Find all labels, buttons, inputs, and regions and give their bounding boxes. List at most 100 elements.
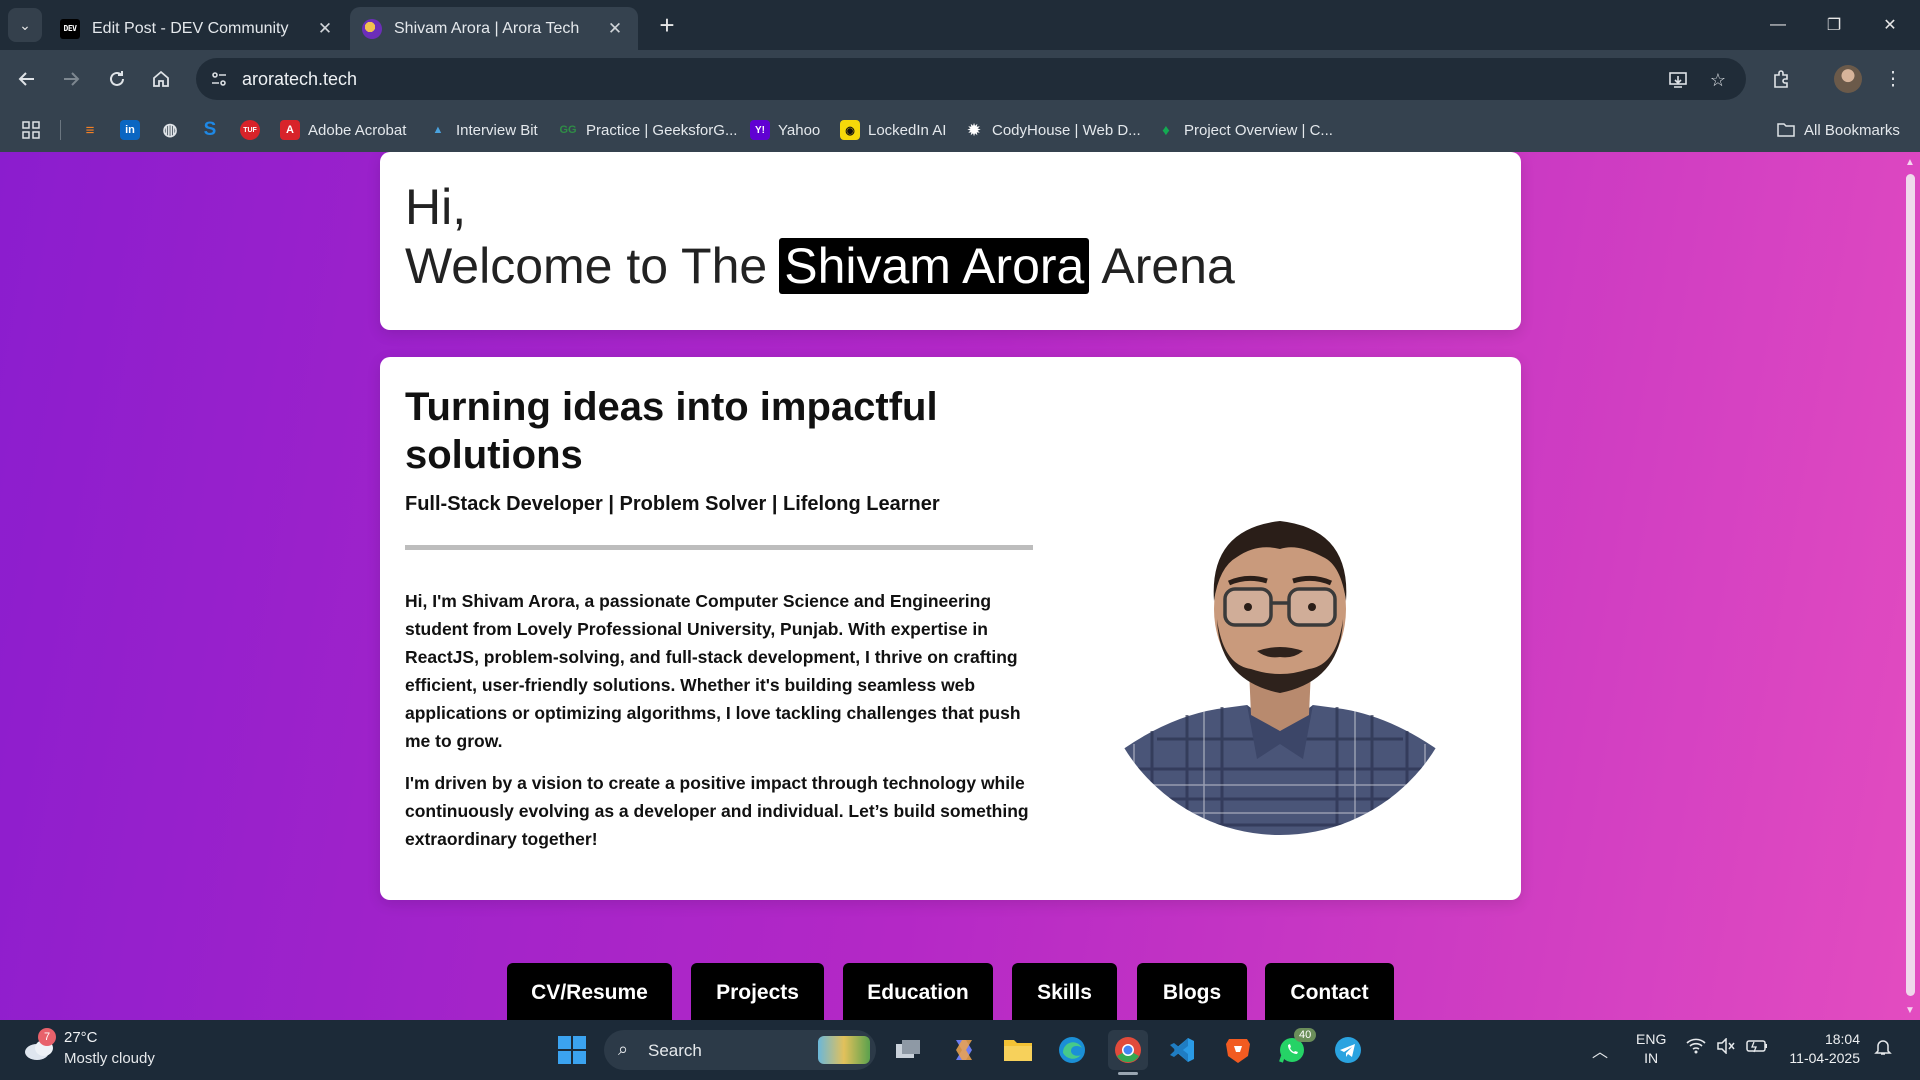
bookmark-globe[interactable]: ◍ [160, 116, 180, 144]
search-icon: ⌕ [618, 1039, 629, 1059]
bookmark-label: Yahoo [778, 121, 821, 139]
nav-skills-button[interactable]: Skills [1012, 963, 1117, 1020]
bookmark-skype[interactable]: S [200, 116, 220, 144]
bookmarks-divider [60, 120, 61, 140]
linkedin-icon: in [120, 120, 140, 140]
hero-welcome-prefix: Welcome to The [405, 238, 768, 294]
bookmark-label: All Bookmarks [1804, 121, 1900, 139]
vscode-icon [1170, 1038, 1194, 1062]
tab-strip: ⌄ DEV Edit Post - DEV Community ✕ Shivam… [0, 0, 1920, 50]
install-app-icon[interactable] [1664, 66, 1692, 94]
skype-icon: S [203, 119, 217, 140]
bookmark-star-icon[interactable]: ☆ [1704, 66, 1732, 94]
nav-blogs-button[interactable]: Blogs [1137, 963, 1247, 1020]
profile-avatar[interactable] [1834, 65, 1862, 93]
whatsapp-unread-badge: 40 [1294, 1028, 1317, 1042]
windows-logo-icon [558, 1036, 586, 1064]
bookmark-codyhouse[interactable]: ✹ CodyHouse | Web D... [964, 116, 1141, 144]
tab-dev-community[interactable]: DEV Edit Post - DEV Community ✕ [48, 7, 348, 50]
clock-time: 18:04 [1824, 1031, 1860, 1047]
nav-contact-button[interactable]: Contact [1265, 963, 1394, 1020]
scroll-up-arrow-icon[interactable]: ▲ [1904, 156, 1916, 168]
profile-photo [1097, 469, 1463, 835]
nav-cv-resume-button[interactable]: CV/Resume [507, 963, 672, 1020]
about-title: Turning ideas into impactful solutions [405, 385, 938, 477]
bookmark-geeksforgeeks[interactable]: GG Practice | GeeksforG... [558, 116, 737, 144]
bookmark-label: Interview Bit [456, 121, 538, 139]
volume-muted-icon[interactable] [1716, 1037, 1736, 1059]
file-explorer-button[interactable] [998, 1030, 1038, 1070]
lockedin-icon: ◉ [840, 120, 860, 140]
home-button[interactable] [144, 62, 178, 96]
taskbar-search[interactable]: ⌕ Search [604, 1030, 876, 1070]
bookmark-lockedin-ai[interactable]: ◉ LockedIn AI [840, 116, 946, 144]
close-window-button[interactable]: ✕ [1862, 0, 1918, 50]
interviewbit-icon: ▲ [432, 124, 444, 136]
browser-toolbar: aroratech.tech ☆ ⋮ [0, 50, 1920, 108]
language-indicator[interactable]: ENG IN [1636, 1030, 1666, 1068]
chrome-button[interactable] [1108, 1030, 1148, 1070]
chrome-icon [1115, 1037, 1141, 1063]
clock-date: 11-04-2025 [1789, 1050, 1860, 1066]
bookmark-label: CodyHouse | Web D... [992, 121, 1141, 139]
vscode-button[interactable] [1162, 1030, 1202, 1070]
telegram-button[interactable] [1328, 1030, 1368, 1070]
about-paragraph-1: Hi, I'm Shivam Arora, a passionate Compu… [405, 591, 1021, 751]
tab-title: Shivam Arora | Arora Tech [394, 19, 580, 37]
chrome-active-indicator [1118, 1072, 1138, 1075]
edge-button[interactable] [1052, 1030, 1092, 1070]
bookmark-adobe-acrobat[interactable]: A Adobe Acrobat [280, 116, 406, 144]
minimize-button[interactable]: — [1750, 0, 1806, 50]
tab-arora-tech[interactable]: Shivam Arora | Arora Tech ✕ [350, 7, 638, 50]
arora-tech-icon [362, 18, 382, 39]
language-code: ENG [1636, 1031, 1667, 1047]
all-bookmarks-button[interactable]: All Bookmarks [1776, 116, 1900, 144]
brave-button[interactable] [1218, 1030, 1258, 1070]
page-scrollbar[interactable]: ▲ ▼ [1900, 152, 1920, 1020]
folder-icon [1776, 120, 1796, 140]
scroll-thumb[interactable] [1906, 174, 1915, 996]
bookmark-linkedin[interactable]: in [120, 116, 140, 144]
restore-button[interactable]: ❐ [1806, 0, 1862, 50]
bookmark-interview-bit[interactable]: ▲ Interview Bit [428, 116, 538, 144]
acrobat-icon: A [280, 120, 300, 140]
about-card: Turning ideas into impactful solutions F… [380, 357, 1521, 900]
close-icon[interactable]: ✕ [604, 18, 626, 40]
wifi-icon[interactable] [1686, 1038, 1706, 1059]
show-hidden-icons-chevron-up-icon[interactable]: ︿ [1592, 1038, 1608, 1062]
extensions-icon[interactable] [1764, 62, 1798, 96]
close-icon[interactable]: ✕ [314, 18, 336, 40]
nav-education-button[interactable]: Education [843, 963, 993, 1020]
codyhouse-icon: ✹ [967, 122, 981, 139]
battery-icon[interactable] [1746, 1038, 1768, 1059]
start-button[interactable] [552, 1030, 592, 1070]
bookmark-tuf[interactable]: TUF [240, 116, 260, 144]
copilot-button[interactable] [944, 1030, 984, 1070]
weather-temperature: 27°C [64, 1029, 98, 1046]
url-text[interactable]: aroratech.tech [242, 69, 357, 90]
tab-search-button[interactable]: ⌄ [8, 8, 42, 42]
address-bar[interactable]: aroratech.tech ☆ [196, 58, 1746, 100]
system-clock[interactable]: 18:04 11-04-2025 [1786, 1030, 1860, 1068]
back-button[interactable] [10, 62, 44, 96]
scroll-down-arrow-icon[interactable]: ▼ [1904, 1004, 1916, 1016]
bookmark-yahoo[interactable]: Y! Yahoo [750, 116, 820, 144]
site-info-icon[interactable] [206, 66, 232, 92]
forward-arrow-icon [64, 72, 80, 86]
bookmark-stackoverflow[interactable]: ≡ [80, 116, 100, 144]
brave-icon [1226, 1039, 1250, 1063]
tab-title: Edit Post - DEV Community [92, 19, 289, 37]
forward-button[interactable] [54, 62, 88, 96]
nav-projects-button[interactable]: Projects [691, 963, 824, 1020]
apps-grid-icon[interactable] [20, 119, 42, 141]
hero-card: Hi, Welcome to The Shivam Arora Arena [380, 152, 1521, 330]
task-view-button[interactable] [888, 1030, 928, 1070]
reload-button[interactable] [100, 62, 134, 96]
notifications-bell-icon[interactable] [1874, 1038, 1892, 1061]
new-tab-button[interactable]: + [652, 10, 682, 40]
menu-kebab-icon[interactable]: ⋮ [1876, 62, 1910, 96]
about-divider [405, 545, 1033, 550]
hero-greeting: Hi, [405, 179, 467, 235]
whatsapp-button[interactable]: 40 [1272, 1028, 1317, 1070]
bookmark-project-overview[interactable]: ♦ Project Overview | C... [1156, 116, 1333, 144]
